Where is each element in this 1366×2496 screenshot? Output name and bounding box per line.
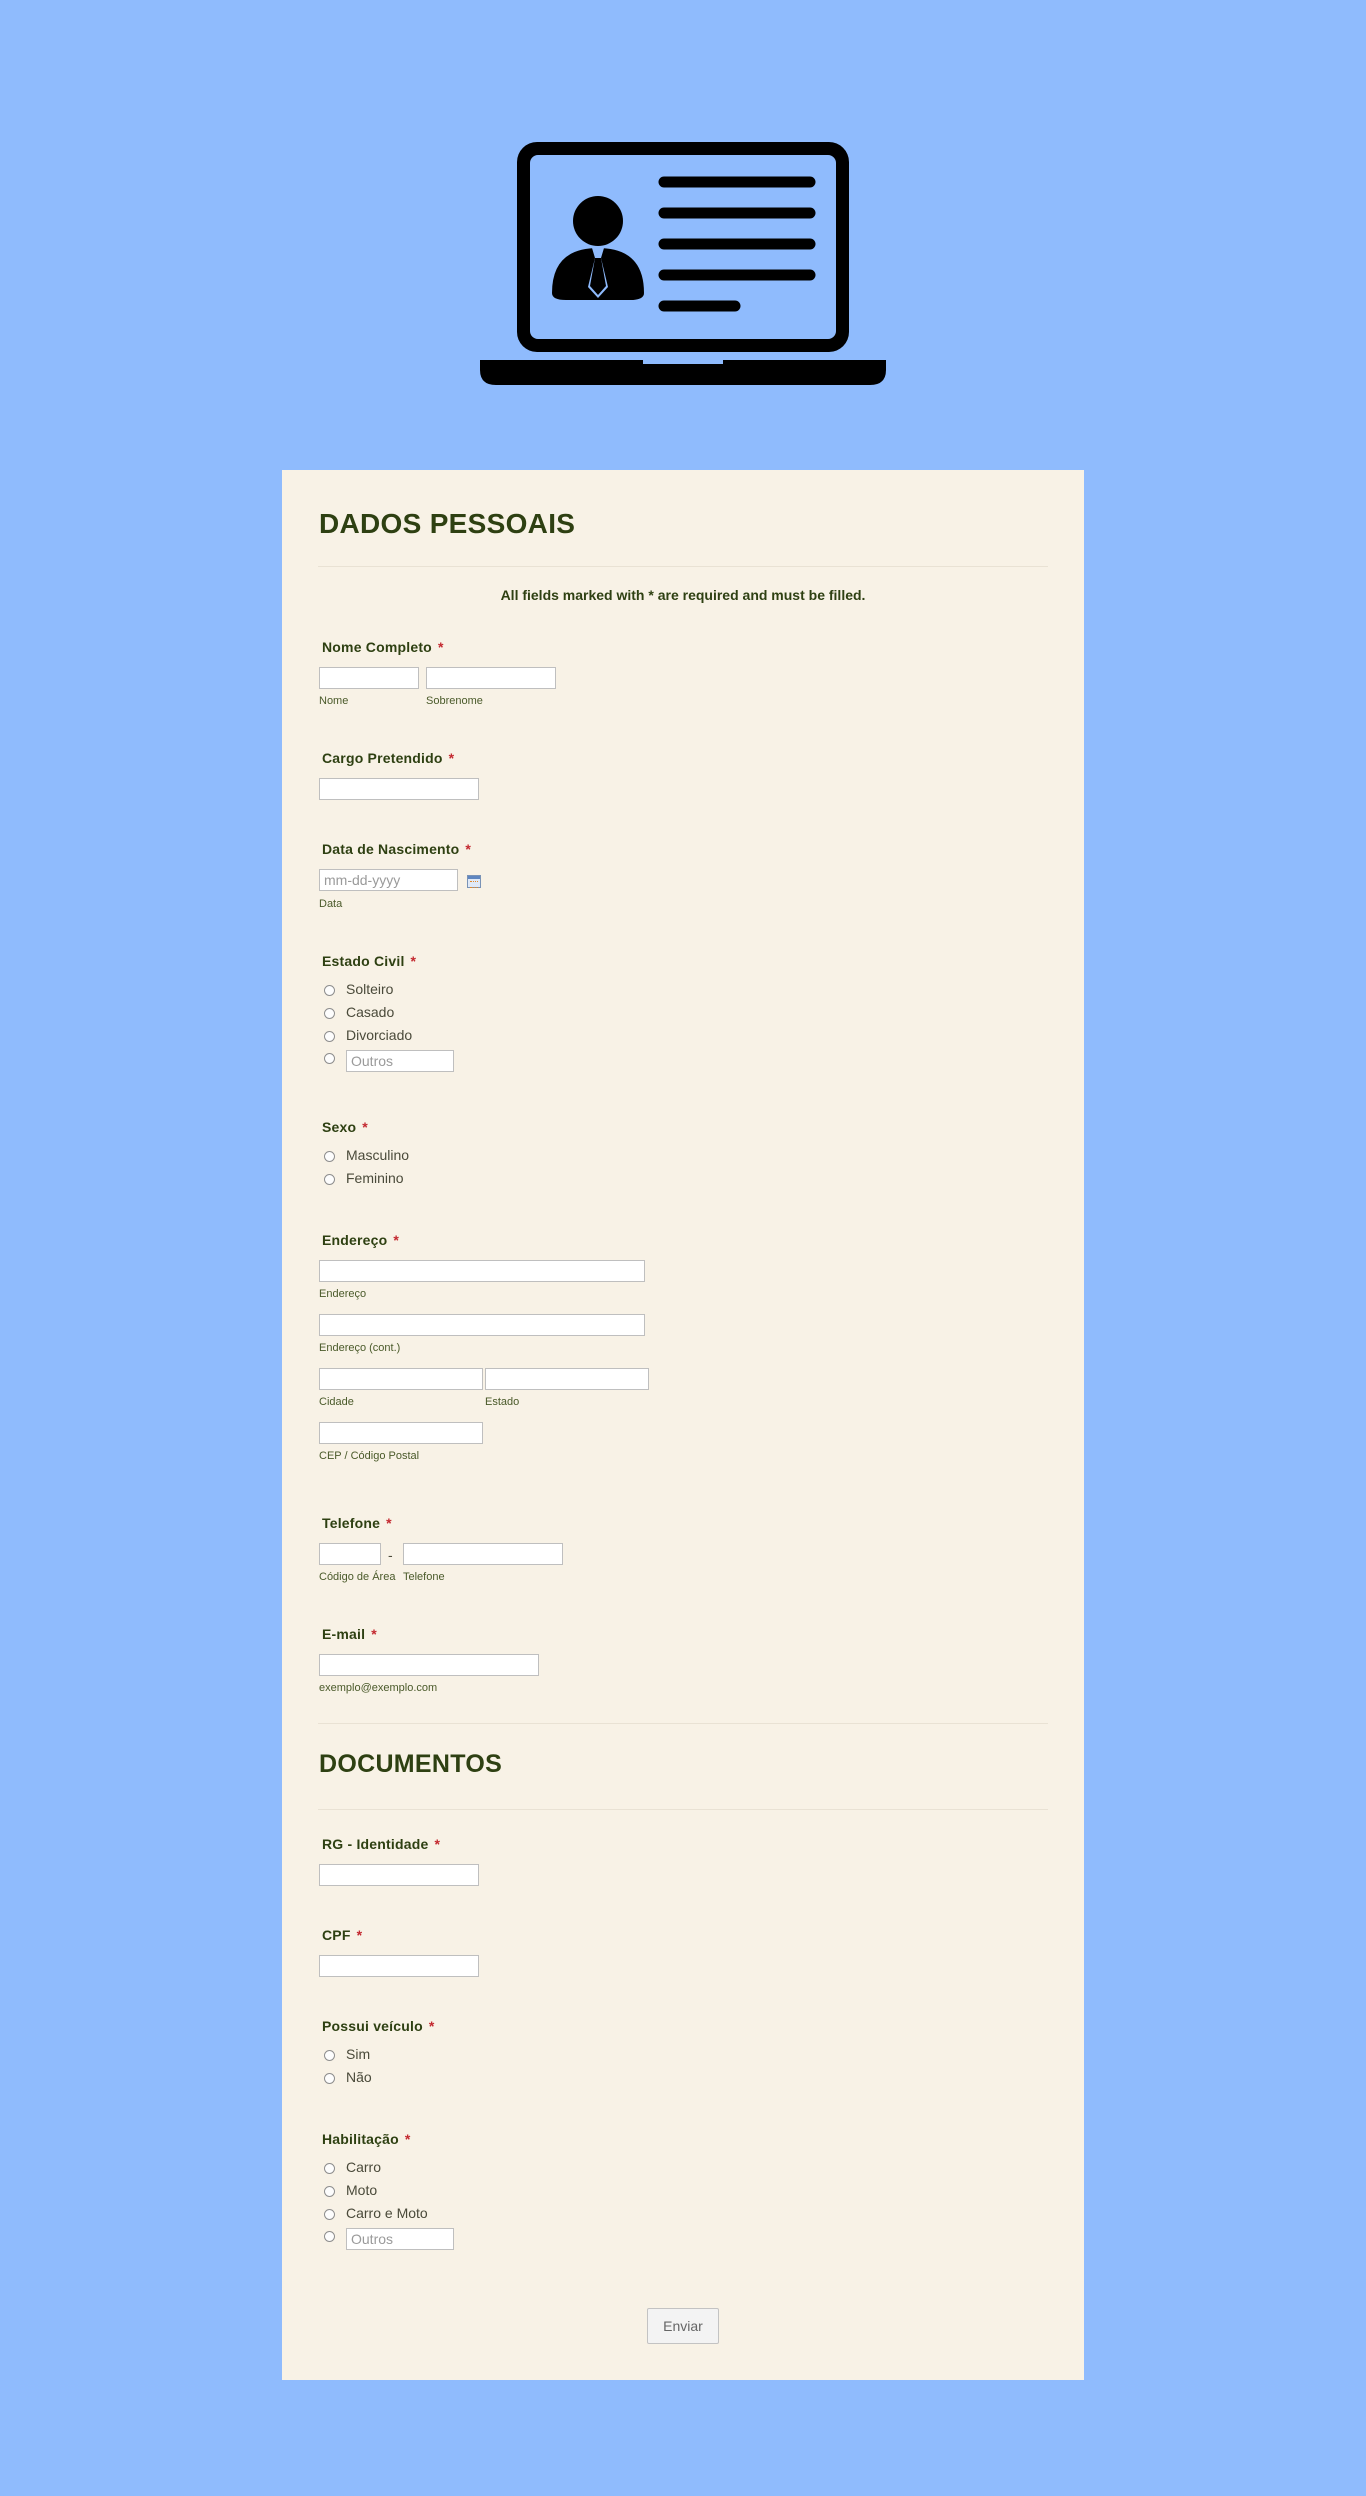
gender-label: Sexo * [322, 1119, 368, 1135]
zip-input[interactable] [319, 1422, 483, 1444]
phone-input[interactable] [403, 1543, 563, 1565]
required-asterisk: * [428, 2018, 435, 2034]
radio-moto[interactable] [324, 2186, 335, 2197]
name-label: Nome Completo * [322, 639, 444, 655]
option-label-carro: Carro [346, 2159, 382, 2175]
option-label-casado: Casado [346, 1004, 395, 1020]
required-asterisk: * [356, 1927, 363, 1943]
email-input[interactable] [319, 1654, 539, 1676]
name-label-text: Nome Completo [322, 639, 432, 655]
laptop-resume-icon [480, 142, 886, 385]
radio-divorciado[interactable] [324, 1031, 335, 1042]
area-code-input[interactable] [319, 1543, 381, 1565]
form-card: DADOS PESSOAIS All fields marked with * … [282, 470, 1084, 2380]
marital-other-input[interactable] [346, 1050, 454, 1072]
required-asterisk: * [434, 1836, 441, 1852]
radio-outros-habilitacao[interactable] [324, 2231, 335, 2242]
first-name-sublabel: Nome [319, 695, 349, 707]
section-title-documents: DOCUMENTOS [319, 1750, 503, 1778]
submit-button[interactable]: Enviar [647, 2308, 719, 2344]
calendar-icon[interactable] [467, 875, 481, 888]
address-line1-sublabel: Endereço [319, 1288, 367, 1300]
phone-label: Telefone * [322, 1515, 392, 1531]
option-label-moto: Moto [346, 2182, 378, 2198]
address-line1-input[interactable] [319, 1260, 645, 1282]
city-sublabel: Cidade [319, 1396, 354, 1408]
option-label-nao: Não [346, 2069, 372, 2085]
radio-sim[interactable] [324, 2050, 335, 2061]
address-label: Endereço * [322, 1232, 399, 1248]
section-divider [318, 1809, 1048, 1810]
required-asterisk: * [410, 953, 417, 969]
radio-masculino[interactable] [324, 1151, 335, 1162]
required-note: All fields marked with * are required an… [500, 587, 866, 603]
state-sublabel: Estado [485, 1396, 520, 1408]
first-name-input[interactable] [319, 667, 419, 689]
required-asterisk: * [437, 639, 444, 655]
section-title-personal: DADOS PESSOAIS [319, 508, 576, 539]
vehicle-label-text: Possui veículo [322, 2018, 423, 2034]
city-input[interactable] [319, 1368, 483, 1390]
option-label-carro-e-moto: Carro e Moto [346, 2205, 428, 2221]
vehicle-label: Possui veículo * [322, 2018, 435, 2034]
birth-date-sublabel: Data [319, 898, 343, 910]
radio-solteiro[interactable] [324, 985, 335, 996]
radio-carro-e-moto[interactable] [324, 2209, 335, 2220]
license-other-input[interactable] [346, 2228, 454, 2250]
radio-outros[interactable] [324, 1053, 335, 1064]
required-asterisk: * [386, 1515, 392, 1531]
section-divider [318, 1723, 1048, 1724]
required-asterisk: * [448, 750, 455, 766]
required-asterisk: * [404, 2131, 411, 2147]
marital-status-label-text: Estado Civil [322, 953, 405, 969]
rg-label: RG - Identidade * [322, 1836, 440, 1852]
option-label-solteiro: Solteiro [346, 981, 394, 997]
cpf-input[interactable] [319, 1955, 479, 1977]
cpf-label-text: CPF [322, 1927, 351, 1943]
radio-carro[interactable] [324, 2163, 335, 2174]
area-code-sublabel: Código de Área [319, 1571, 396, 1583]
position-label-text: Cargo Pretendido [322, 750, 443, 766]
email-label: E-mail * [322, 1626, 377, 1642]
rg-input[interactable] [319, 1864, 479, 1886]
option-label-feminino: Feminino [346, 1170, 404, 1186]
radio-casado[interactable] [324, 1008, 335, 1019]
birth-date-input[interactable] [319, 869, 458, 891]
birth-date-label: Data de Nascimento * [322, 841, 471, 857]
cpf-label: CPF * [322, 1927, 362, 1943]
required-asterisk: * [362, 1119, 368, 1135]
address-line2-input[interactable] [319, 1314, 645, 1336]
radio-nao[interactable] [324, 2073, 335, 2084]
required-asterisk: * [465, 841, 472, 857]
email-label-text: E-mail [322, 1626, 366, 1642]
zip-sublabel: CEP / Código Postal [319, 1450, 420, 1462]
phone-separator: - [388, 1547, 393, 1563]
rg-label-text: RG - Identidade [322, 1836, 429, 1852]
position-input[interactable] [319, 778, 479, 800]
option-label-sim: Sim [346, 2046, 371, 2062]
radio-feminino[interactable] [324, 1174, 335, 1185]
option-label-divorciado: Divorciado [346, 1027, 413, 1043]
birth-date-label-text: Data de Nascimento [322, 841, 460, 857]
section-divider [318, 566, 1048, 567]
option-label-masculino: Masculino [346, 1147, 410, 1163]
state-input[interactable] [485, 1368, 649, 1390]
phone-sublabel: Telefone [403, 1571, 445, 1583]
position-label: Cargo Pretendido * [322, 750, 454, 766]
license-label-text: Habilitação [322, 2131, 399, 2147]
email-sublabel: exemplo@exemplo.com [319, 1682, 438, 1694]
last-name-sublabel: Sobrenome [426, 695, 483, 707]
last-name-input[interactable] [426, 667, 556, 689]
address-line2-sublabel: Endereço (cont.) [319, 1342, 401, 1354]
address-label-text: Endereço [322, 1232, 388, 1248]
gender-label-text: Sexo [322, 1119, 357, 1135]
phone-label-text: Telefone [322, 1515, 381, 1531]
license-label: Habilitação * [322, 2131, 411, 2147]
marital-status-label: Estado Civil * [322, 953, 416, 969]
required-asterisk: * [371, 1626, 377, 1642]
required-asterisk: * [393, 1232, 400, 1248]
